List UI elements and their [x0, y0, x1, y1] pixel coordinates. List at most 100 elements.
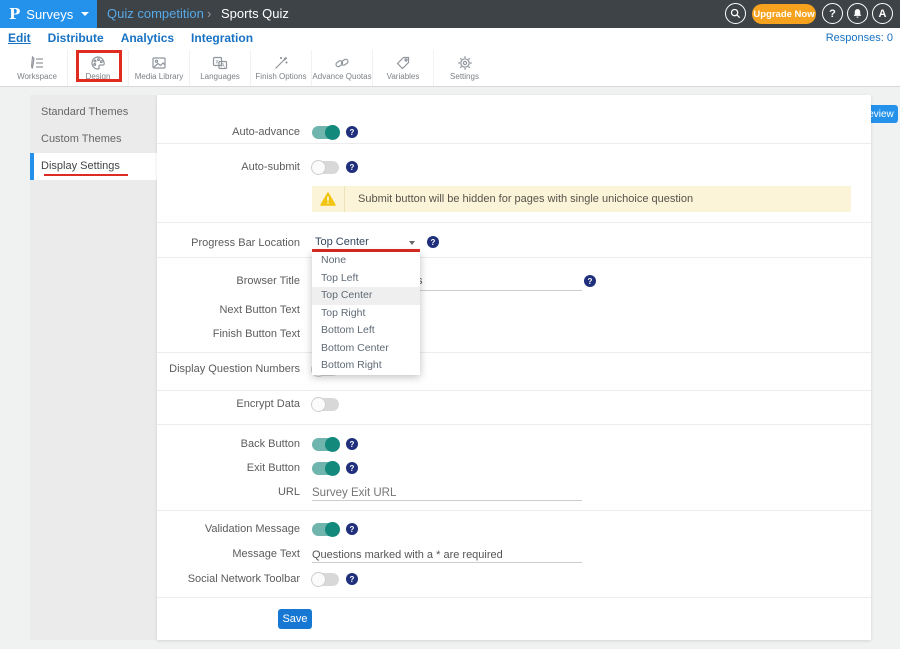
- settings-icon: [457, 55, 473, 71]
- question-mark-icon: ?: [829, 8, 836, 20]
- tab-distribute[interactable]: Distribute: [48, 28, 104, 50]
- progress-bar-location-label: Progress Bar Location: [157, 237, 300, 249]
- display-question-numbers-label: Display Question Numbers: [157, 363, 300, 375]
- toolbar-finish-options[interactable]: Finish Options: [251, 50, 312, 86]
- dropdown-option-top-center[interactable]: Top Center: [312, 287, 420, 305]
- toolbar-finish-options-label: Finish Options: [255, 72, 306, 81]
- social-network-toolbar-toggle[interactable]: [312, 573, 339, 586]
- variables-icon: [395, 55, 411, 71]
- chevron-down-icon: [81, 12, 89, 16]
- media-library-icon: [151, 55, 167, 71]
- progress-bar-location-select[interactable]: Top Center: [315, 236, 369, 248]
- toolbar-languages-label: Languages: [200, 72, 240, 81]
- questionpro-logo: P: [9, 5, 20, 23]
- finish-button-text-label: Finish Button Text: [157, 328, 300, 340]
- toggle-knob: [325, 522, 340, 537]
- display-settings-annotation-underline: [44, 174, 128, 176]
- back-button-help-icon[interactable]: ?: [346, 438, 358, 450]
- exit-url-input[interactable]: [312, 485, 582, 501]
- auto-submit-help-icon[interactable]: ?: [346, 161, 358, 173]
- back-button-toggle[interactable]: [312, 438, 339, 451]
- social-network-toolbar-label: Social Network Toolbar: [157, 573, 300, 585]
- toolbar-design-label: Design: [86, 72, 111, 81]
- toggle-knob: [325, 437, 340, 452]
- exit-button-help-icon[interactable]: ?: [346, 462, 358, 474]
- dropdown-option-none[interactable]: None: [312, 252, 420, 270]
- dropdown-option-top-left[interactable]: Top Left: [312, 270, 420, 288]
- exit-button-label: Exit Button: [157, 462, 300, 474]
- exit-url-label: URL: [157, 486, 300, 498]
- auto-submit-toggle[interactable]: [312, 161, 339, 174]
- dropdown-option-bottom-right[interactable]: Bottom Right: [312, 357, 420, 375]
- auto-submit-warning: Submit button will be hidden for pages w…: [312, 186, 851, 212]
- browser-title-help-icon[interactable]: ?: [584, 275, 596, 287]
- tab-edit[interactable]: Edit: [8, 28, 31, 50]
- sidebar-item-label: Display Settings: [41, 160, 120, 172]
- responses-count[interactable]: Responses: 0: [826, 28, 893, 49]
- encrypt-data-toggle[interactable]: [312, 398, 339, 411]
- warning-icon-cell: [312, 186, 345, 212]
- advance-quotas-icon: [334, 55, 350, 71]
- search-icon: [730, 8, 741, 19]
- sidebar-item-display-settings[interactable]: Display Settings: [30, 153, 157, 180]
- divider: [157, 390, 871, 391]
- message-text-label: Message Text: [157, 548, 300, 560]
- select-caret-icon: [409, 241, 415, 245]
- auto-submit-label: Auto-submit: [157, 161, 300, 173]
- breadcrumb-parent[interactable]: Quiz competition: [107, 0, 204, 28]
- surveys-menu[interactable]: P Surveys: [0, 0, 97, 28]
- workspace-icon: [29, 55, 45, 71]
- account-avatar[interactable]: A: [872, 3, 893, 24]
- toggle-knob: [311, 397, 326, 412]
- toolbar-languages[interactable]: x A Languages: [190, 50, 251, 86]
- product-name: Surveys: [26, 7, 73, 22]
- upgrade-now-button[interactable]: Upgrade Now: [752, 4, 816, 24]
- avatar-letter: A: [879, 8, 887, 20]
- design-sidebar: Standard Themes Custom Themes Display Se…: [30, 95, 157, 640]
- breadcrumb-separator-icon: ›: [207, 0, 211, 27]
- auto-advance-toggle[interactable]: [312, 126, 339, 139]
- message-text-input[interactable]: [312, 547, 582, 563]
- toolbar-media-library[interactable]: Media Library: [129, 50, 190, 86]
- progress-bar-help-icon[interactable]: ?: [427, 236, 439, 248]
- edit-toolbar: Workspace Design Media Library x A: [0, 50, 900, 87]
- warning-text: Submit button will be hidden for pages w…: [345, 193, 693, 205]
- breadcrumb-current: Sports Quiz: [221, 0, 289, 28]
- help-button[interactable]: ?: [822, 3, 843, 24]
- browser-title-label: Browser Title: [157, 275, 300, 287]
- validation-message-help-icon[interactable]: ?: [346, 523, 358, 535]
- toolbar-design[interactable]: Design: [68, 50, 129, 86]
- notifications-button[interactable]: [847, 3, 868, 24]
- toolbar-advance-quotas-label: Advance Quotas: [312, 72, 371, 81]
- back-button-label: Back Button: [157, 438, 300, 450]
- toolbar-variables[interactable]: Variables: [373, 50, 434, 86]
- auto-advance-help-icon[interactable]: ?: [346, 126, 358, 138]
- questionpro-app: P Surveys Quiz competition › Sports Quiz…: [0, 0, 900, 649]
- exit-button-toggle[interactable]: [312, 462, 339, 475]
- dropdown-option-bottom-center[interactable]: Bottom Center: [312, 340, 420, 358]
- tab-analytics[interactable]: Analytics: [121, 28, 174, 50]
- sidebar-item-standard-themes[interactable]: Standard Themes: [30, 99, 157, 126]
- auto-advance-label: Auto-advance: [157, 126, 300, 138]
- dropdown-option-top-right[interactable]: Top Right: [312, 305, 420, 323]
- divider: [157, 597, 871, 598]
- sidebar-item-custom-themes[interactable]: Custom Themes: [30, 126, 157, 153]
- tab-integration[interactable]: Integration: [191, 28, 253, 50]
- warning-triangle-icon: [320, 192, 336, 206]
- save-button[interactable]: Save: [278, 609, 312, 629]
- svg-text:x: x: [216, 60, 219, 66]
- sidebar-item-label: Standard Themes: [41, 106, 128, 118]
- toolbar-workspace[interactable]: Workspace: [7, 50, 68, 86]
- validation-message-toggle[interactable]: [312, 523, 339, 536]
- toolbar-settings[interactable]: Settings: [434, 50, 495, 86]
- social-network-toolbar-help-icon[interactable]: ?: [346, 573, 358, 585]
- divider: [157, 510, 871, 511]
- search-button[interactable]: [725, 3, 746, 24]
- toggle-knob: [325, 461, 340, 476]
- toolbar-advance-quotas[interactable]: Advance Quotas: [312, 50, 373, 86]
- languages-icon: x A: [212, 55, 228, 71]
- progress-bar-location-dropdown: None Top Left Top Center Top Right Botto…: [312, 252, 420, 375]
- divider: [157, 424, 871, 425]
- toggle-knob: [311, 160, 326, 175]
- dropdown-option-bottom-left[interactable]: Bottom Left: [312, 322, 420, 340]
